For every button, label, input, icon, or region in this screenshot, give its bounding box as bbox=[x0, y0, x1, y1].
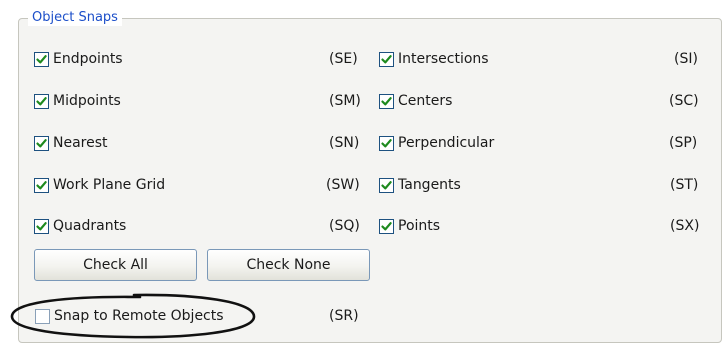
intersections-checkbox[interactable] bbox=[379, 51, 394, 67]
checkmark-icon bbox=[381, 54, 392, 63]
points-checkbox[interactable] bbox=[379, 218, 394, 234]
tangents-option[interactable]: Tangents bbox=[379, 173, 461, 197]
centers-option[interactable]: Centers bbox=[379, 89, 452, 113]
perpendicular-shortcut: (SP) bbox=[669, 135, 698, 151]
centers-shortcut: (SC) bbox=[669, 93, 699, 109]
points-label: Points bbox=[398, 218, 441, 234]
centers-checkbox[interactable] bbox=[379, 93, 394, 109]
checkmark-icon bbox=[381, 221, 392, 230]
nearest-shortcut: (SN) bbox=[329, 135, 360, 151]
points-shortcut: (SX) bbox=[670, 218, 700, 234]
tangents-label: Tangents bbox=[398, 177, 461, 193]
checkmark-icon bbox=[381, 96, 392, 105]
checkmark-icon bbox=[381, 138, 392, 147]
midpoints-shortcut: (SM) bbox=[329, 93, 361, 109]
snap-to-remote-objects-option[interactable]: Snap to Remote Objects bbox=[35, 304, 224, 328]
checkmark-icon bbox=[36, 54, 47, 63]
intersections-label: Intersections bbox=[398, 51, 489, 67]
work-plane-grid-option[interactable]: Work Plane Grid bbox=[34, 173, 165, 197]
work-plane-grid-label: Work Plane Grid bbox=[53, 177, 166, 193]
centers-label: Centers bbox=[398, 93, 453, 109]
tangents-checkbox[interactable] bbox=[379, 177, 394, 193]
endpoints-label: Endpoints bbox=[53, 51, 123, 67]
quadrants-option[interactable]: Quadrants bbox=[34, 214, 126, 238]
midpoints-option[interactable]: Midpoints bbox=[34, 89, 121, 113]
checkmark-icon bbox=[381, 180, 392, 189]
group-title: Object Snaps bbox=[28, 10, 122, 26]
snap-to-remote-objects-checkbox[interactable] bbox=[35, 308, 50, 324]
intersections-shortcut: (SI) bbox=[674, 51, 698, 67]
checkmark-icon bbox=[36, 138, 47, 147]
quadrants-label: Quadrants bbox=[53, 218, 127, 234]
checkmark-icon bbox=[36, 180, 47, 189]
checkmark-icon bbox=[36, 96, 47, 105]
check-all-button[interactable]: Check All bbox=[34, 249, 197, 281]
tangents-shortcut: (ST) bbox=[670, 177, 699, 193]
checkmark-icon bbox=[36, 221, 47, 230]
perpendicular-option[interactable]: Perpendicular bbox=[379, 131, 494, 155]
nearest-option[interactable]: Nearest bbox=[34, 131, 108, 155]
endpoints-option[interactable]: Endpoints bbox=[34, 47, 123, 71]
check-none-button[interactable]: Check None bbox=[207, 249, 370, 281]
midpoints-checkbox[interactable] bbox=[34, 93, 49, 109]
perpendicular-label: Perpendicular bbox=[398, 135, 495, 151]
endpoints-shortcut: (SE) bbox=[329, 51, 358, 67]
quadrants-checkbox[interactable] bbox=[34, 218, 49, 234]
points-option[interactable]: Points bbox=[379, 214, 440, 238]
nearest-label: Nearest bbox=[53, 135, 108, 151]
midpoints-label: Midpoints bbox=[53, 93, 121, 109]
snap-to-remote-objects-label: Snap to Remote Objects bbox=[54, 308, 224, 324]
perpendicular-checkbox[interactable] bbox=[379, 135, 394, 151]
work-plane-grid-shortcut: (SW) bbox=[326, 177, 360, 193]
work-plane-grid-checkbox[interactable] bbox=[34, 177, 49, 193]
snap-to-remote-objects-shortcut: (SR) bbox=[329, 308, 359, 324]
intersections-option[interactable]: Intersections bbox=[379, 47, 489, 71]
nearest-checkbox[interactable] bbox=[34, 135, 49, 151]
endpoints-checkbox[interactable] bbox=[34, 51, 49, 67]
quadrants-shortcut: (SQ) bbox=[329, 218, 360, 234]
